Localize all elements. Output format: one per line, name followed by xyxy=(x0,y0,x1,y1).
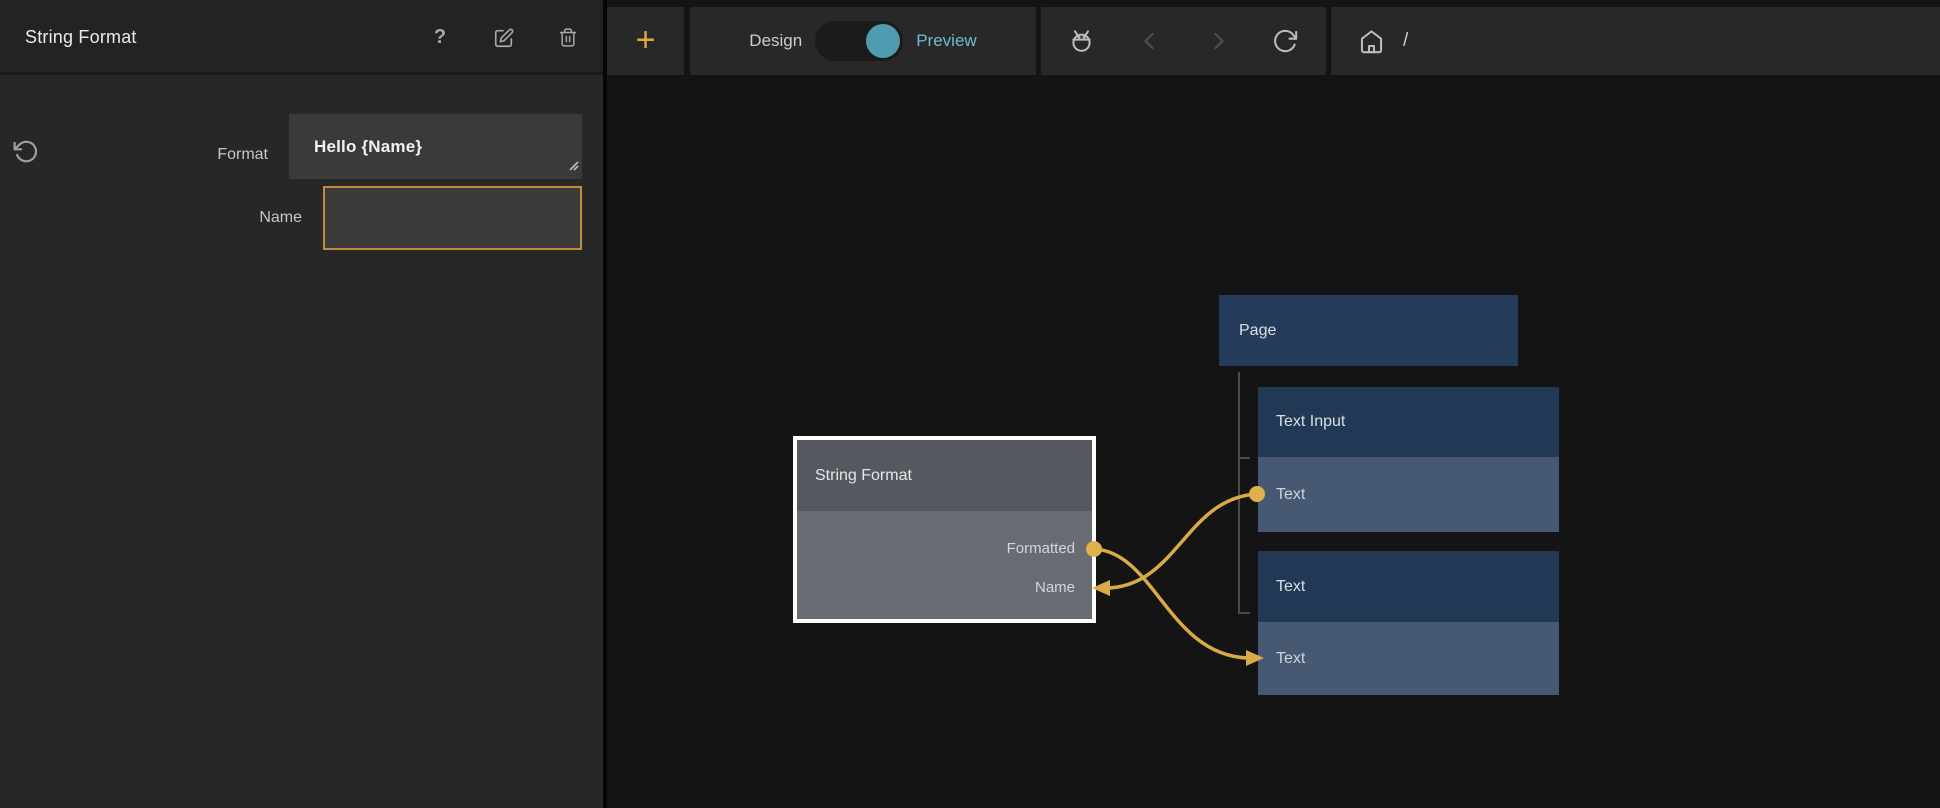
inspector-title: String Format xyxy=(25,0,137,75)
name-input[interactable] xyxy=(323,186,582,250)
home-icon[interactable] xyxy=(1357,26,1385,56)
edit-icon[interactable] xyxy=(487,0,521,75)
format-field-label: Format xyxy=(0,145,268,165)
mode-switcher: Design Preview xyxy=(690,7,1036,75)
add-node-button[interactable]: + xyxy=(607,7,684,75)
chevron-left-icon[interactable] xyxy=(1136,26,1164,56)
node-text-header[interactable]: Text xyxy=(1258,551,1559,622)
node-text-input-header[interactable]: Text Input xyxy=(1258,387,1559,457)
node-page[interactable]: Page xyxy=(1219,295,1518,366)
formatted-output-port-label[interactable]: Formatted xyxy=(1007,539,1075,559)
chevron-right-icon[interactable] xyxy=(1204,26,1232,56)
format-value: Hello {Name} xyxy=(289,137,422,157)
format-textarea[interactable]: Hello {Name} xyxy=(289,114,582,179)
node-string-format[interactable]: String Format Formatted Name xyxy=(793,436,1096,623)
toggle-knob xyxy=(866,24,900,58)
help-icon[interactable]: ? xyxy=(423,0,457,75)
navigation-path-bar: / xyxy=(1331,7,1940,75)
panel-divider xyxy=(603,0,607,808)
inspector-panel: String Format ? Format Hello {Name} xyxy=(0,0,603,808)
refresh-icon[interactable] xyxy=(1272,26,1300,56)
breadcrumb-path: / xyxy=(1403,30,1408,52)
node-text[interactable]: Text Text xyxy=(1258,551,1559,695)
design-mode-label[interactable]: Design xyxy=(749,31,802,51)
node-text-input[interactable]: Text Input Text xyxy=(1258,387,1559,532)
resize-handle-icon[interactable] xyxy=(567,158,579,176)
node-string-format-header[interactable]: String Format xyxy=(797,440,1092,511)
preview-mode-label[interactable]: Preview xyxy=(916,31,976,51)
design-preview-toggle[interactable] xyxy=(815,21,903,61)
name-input-port-label[interactable]: Name xyxy=(1035,578,1075,598)
plus-icon: + xyxy=(636,23,656,57)
name-field-label: Name xyxy=(0,208,302,228)
preview-controls xyxy=(1041,7,1326,75)
inspector-header: String Format ? xyxy=(0,0,603,75)
node-text-text-port[interactable]: Text xyxy=(1258,622,1559,695)
bug-icon[interactable] xyxy=(1068,26,1096,56)
app-window: { "inspector": { "title": "String Format… xyxy=(0,0,1940,808)
node-text-input-text-port[interactable]: Text xyxy=(1258,457,1559,532)
trash-icon[interactable] xyxy=(551,0,585,75)
